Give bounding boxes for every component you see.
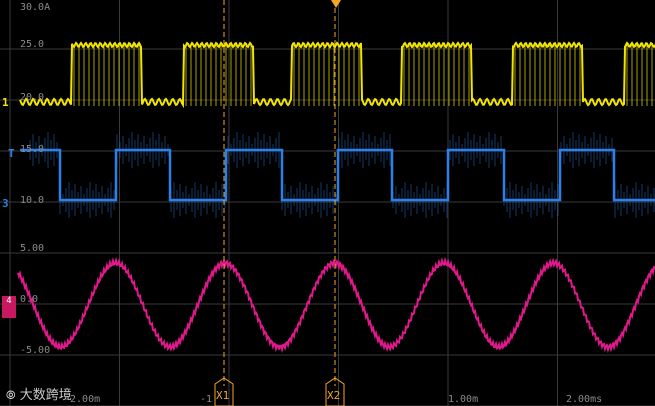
cursor-x2-label[interactable]: X2: [327, 389, 340, 402]
ch4-level-zero: 0.0: [20, 294, 39, 305]
time-label-pos2: 2.00ms: [566, 394, 603, 405]
ch4-level-top: 5.00: [20, 243, 45, 254]
ch4-ground-marker[interactable]: 4: [2, 296, 16, 318]
watermark-text: 大数跨境: [19, 388, 72, 403]
ch3-ground-marker[interactable]: 3: [2, 198, 9, 209]
ch1-waveform: [19, 41, 655, 109]
trigger-level-marker[interactable]: T: [8, 148, 15, 159]
ch4-waveform: [17, 256, 655, 354]
ch4-trace: [17, 256, 655, 354]
watermark: ⦾ 大数跨境: [6, 384, 72, 403]
trigger-position-marker[interactable]: [331, 0, 341, 8]
ch1-level-20: 20.0: [20, 92, 45, 103]
ch3-waveform: [20, 132, 655, 218]
ch1-level-25: 25.0: [20, 39, 45, 50]
oscilloscope-screen: 30.0A 25.0 20.0 1 T 15.0 10.0 3 5.00 0.0…: [0, 0, 655, 406]
cursor-x1-label[interactable]: X1: [216, 389, 229, 402]
watermark-logo-icon: ⦾: [6, 388, 16, 402]
ch3-level-10: 10.0: [20, 195, 45, 206]
waveform-display: [0, 0, 655, 406]
ch3-trace: [20, 148, 655, 202]
graticule-grid: [0, 0, 655, 406]
ch1-ground-marker[interactable]: 1: [2, 97, 9, 108]
ch4-marker-label: 4: [6, 296, 12, 306]
ch1-scale-top: 30.0A: [20, 2, 51, 13]
ch4-level-bottom: -5.00: [20, 345, 51, 356]
time-label-pos1: 1.00m: [448, 394, 479, 405]
ch3-level-15: 15.0: [20, 144, 45, 155]
